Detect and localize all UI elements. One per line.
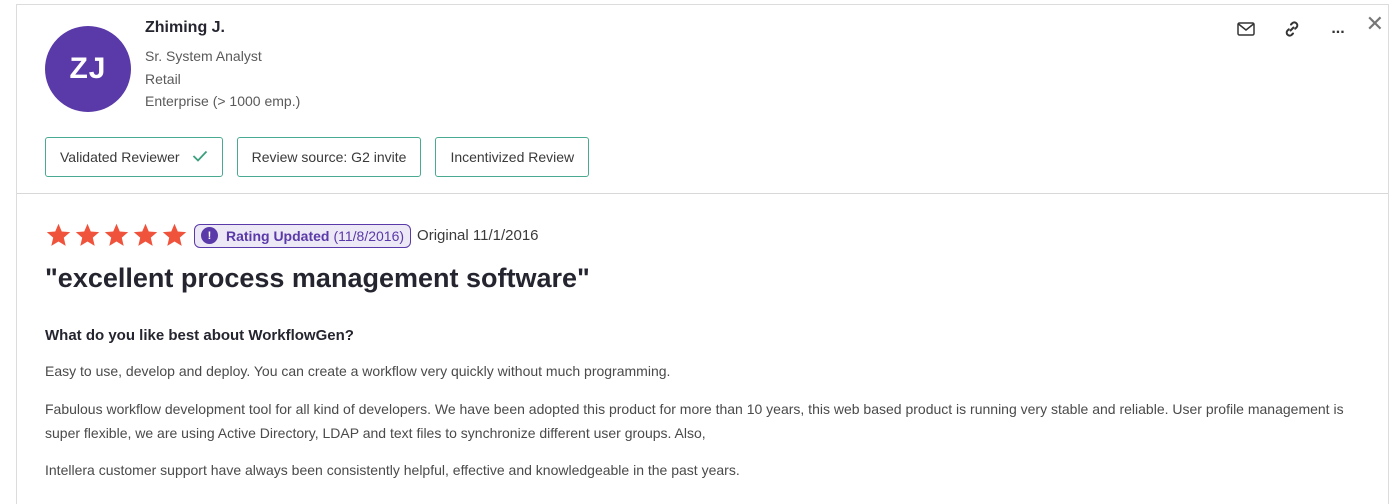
review-paragraph: Fabulous workflow development tool for a… [45, 401, 1344, 441]
avatar: ZJ [45, 26, 131, 112]
review-question: What do you like best about WorkflowGen? [45, 327, 354, 344]
star-icon [46, 223, 71, 246]
badge-label: Validated Reviewer [60, 149, 180, 165]
info-icon: ! [201, 227, 218, 244]
badge-incentivized-review[interactable]: Incentivized Review [435, 137, 590, 177]
reviewer-header: ZJ Zhiming J. Sr. System Analyst Retail … [17, 5, 1388, 194]
rating-updated-label: Rating Updated [226, 227, 330, 244]
badge-label: Review source: G2 invite [251, 149, 407, 165]
star-icon [75, 223, 100, 246]
badge-label: Incentivized Review [450, 149, 575, 165]
envelope-icon[interactable] [1234, 17, 1258, 41]
review-title: "excellent process management software" [45, 263, 590, 293]
reviewer-company-size: Enterprise (> 1000 emp.) [145, 93, 301, 109]
review-paragraph: Intellera customer support have always b… [45, 462, 740, 478]
badge-validated-reviewer[interactable]: Validated Reviewer [45, 137, 223, 177]
reviewer-title: Sr. System Analyst [145, 48, 262, 64]
reviewer-badges: Validated Reviewer Review source: G2 inv… [45, 137, 590, 177]
star-rating [45, 222, 188, 249]
reviewer-name[interactable]: Zhiming J. [145, 19, 225, 37]
star-icon [133, 223, 158, 246]
check-icon [192, 149, 208, 165]
more-options-icon[interactable]: ... [1326, 17, 1350, 41]
original-date: Original 11/1/2016 [417, 227, 539, 244]
review-paragraph: Easy to use, develop and deploy. You can… [45, 363, 671, 379]
star-icon [162, 223, 187, 246]
reviewer-industry: Retail [145, 71, 181, 87]
rating-row: ! Rating Updated (11/8/2016) Original 11… [45, 222, 539, 249]
rating-updated-date: (11/8/2016) [333, 227, 405, 244]
star-icon [104, 223, 129, 246]
review-card: ZJ Zhiming J. Sr. System Analyst Retail … [16, 4, 1389, 504]
rating-updated-badge[interactable]: ! Rating Updated (11/8/2016) [194, 223, 412, 248]
close-icon[interactable]: ✕ [1366, 13, 1384, 35]
badge-review-source[interactable]: Review source: G2 invite [236, 137, 422, 177]
link-icon[interactable] [1280, 17, 1304, 41]
